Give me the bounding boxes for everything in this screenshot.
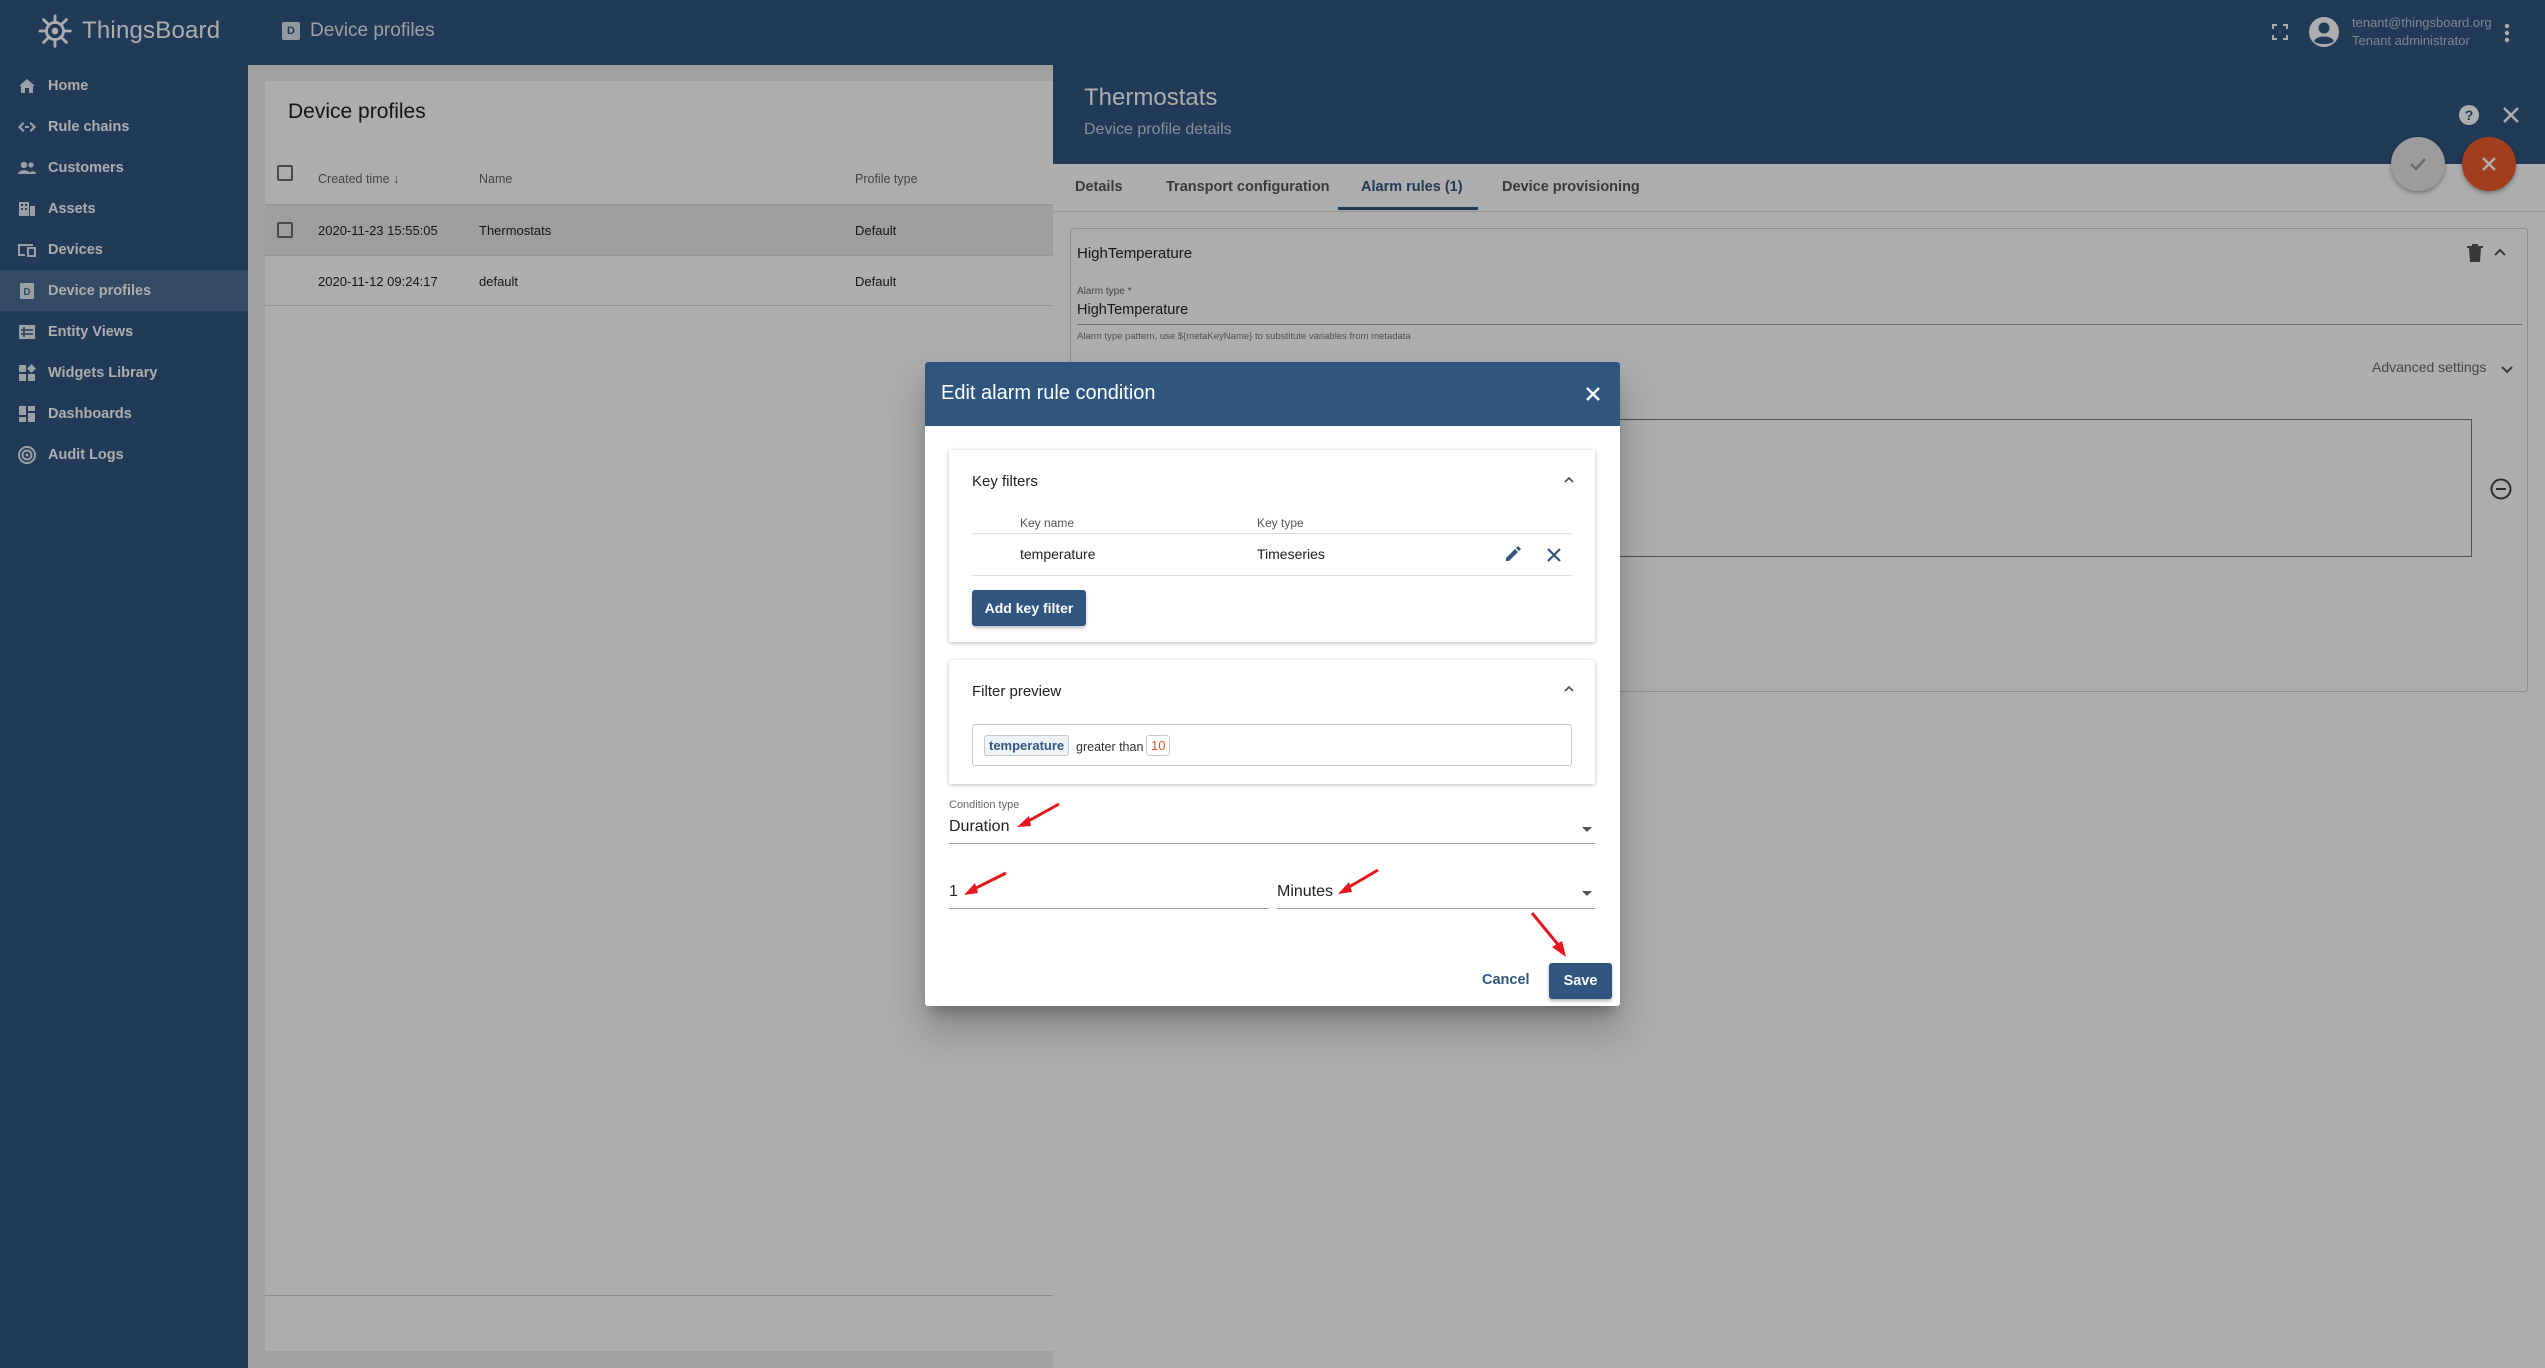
cancel-button[interactable]: Cancel	[1482, 972, 1530, 988]
filter-preview-key-chip: temperature	[984, 735, 1070, 756]
key-name-column-header: Key name	[1020, 516, 1075, 530]
filter-preview-value-chip: 10	[1146, 735, 1171, 756]
filter-preview-title[interactable]: Filter preview	[972, 683, 1061, 700]
divider	[972, 533, 1572, 534]
close-icon[interactable]	[1584, 385, 1602, 403]
dialog-title: Edit alarm rule condition	[941, 382, 1156, 404]
condition-type-label: Condition type	[949, 799, 1020, 811]
annotation-arrow-icon	[1017, 802, 1060, 827]
duration-value-input[interactable]: 1	[949, 883, 958, 901]
divider	[972, 575, 1572, 576]
save-button[interactable]: Save	[1549, 963, 1612, 999]
time-unit-select[interactable]: Minutes	[1277, 883, 1333, 901]
key-type-column-header: Key type	[1257, 516, 1304, 530]
key-filters-title[interactable]: Key filters	[972, 473, 1038, 490]
dropdown-arrow-icon[interactable]	[1582, 891, 1592, 896]
duration-value-underline	[949, 908, 1269, 909]
dropdown-arrow-icon[interactable]	[1582, 827, 1592, 832]
edit-icon[interactable]	[1503, 544, 1523, 564]
chevron-up-icon[interactable]	[1562, 682, 1576, 696]
condition-type-select[interactable]: Duration	[949, 818, 1009, 836]
chevron-up-icon[interactable]	[1562, 473, 1576, 487]
key-filter-key-type: Timeseries	[1257, 546, 1325, 562]
filter-preview-operator: greater than	[1076, 740, 1144, 754]
dialog-header: Edit alarm rule condition	[925, 362, 1620, 426]
add-key-filter-button[interactable]: Add key filter	[972, 590, 1086, 626]
condition-type-underline	[949, 843, 1595, 844]
edit-alarm-rule-condition-dialog: Edit alarm rule condition Key filters Ke…	[925, 362, 1620, 1006]
annotation-arrow-icon	[964, 871, 1007, 895]
key-filter-key-name: temperature	[1020, 546, 1096, 562]
close-icon[interactable]	[1545, 546, 1563, 564]
time-unit-underline	[1277, 908, 1595, 909]
annotation-arrow-icon	[1530, 912, 1566, 957]
annotation-arrow-icon	[1338, 868, 1379, 894]
